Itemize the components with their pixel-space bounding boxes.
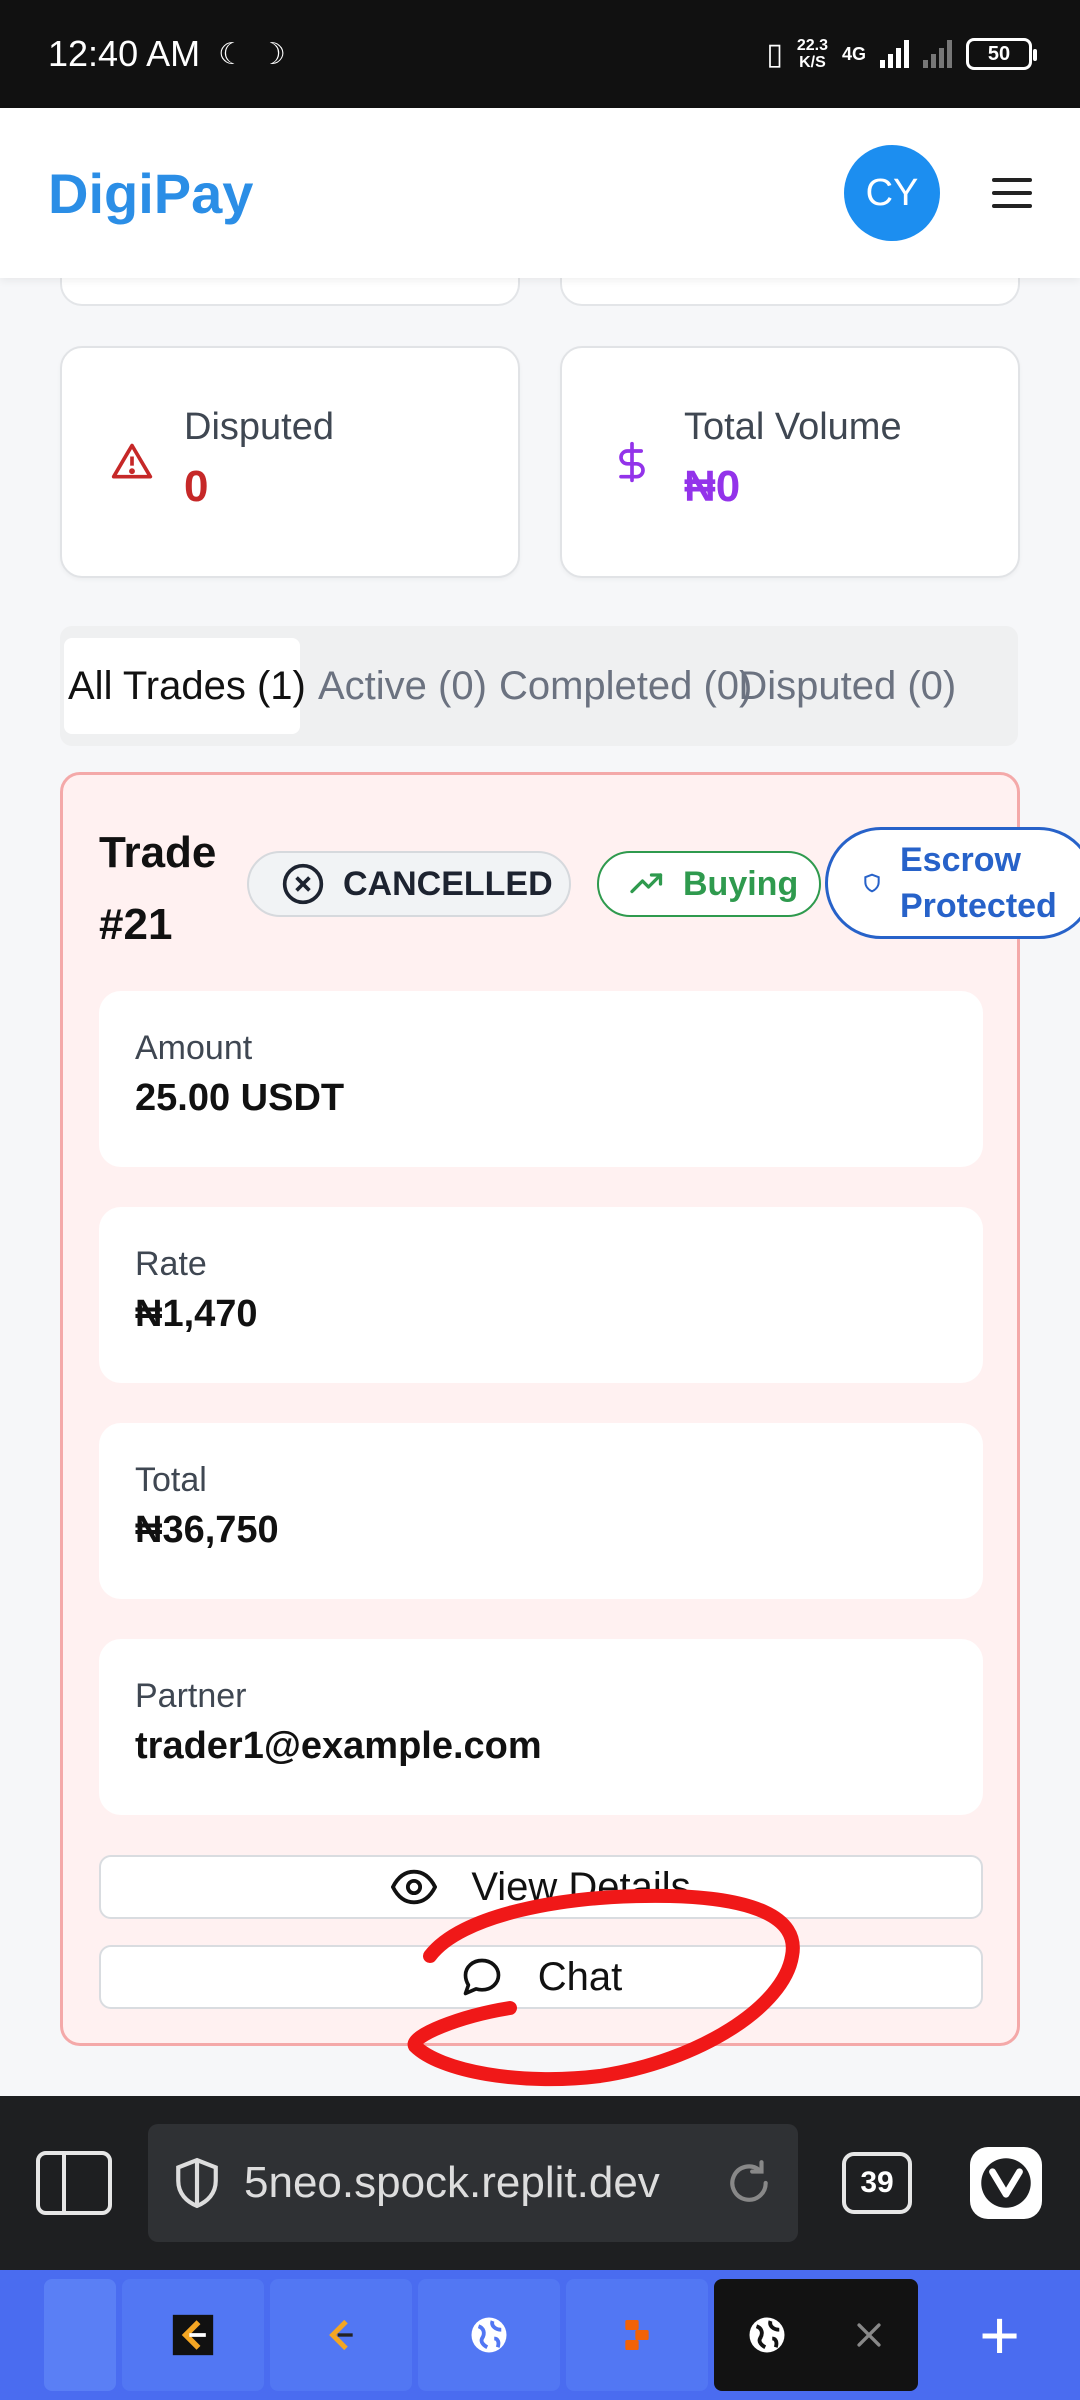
hamburger-menu-button[interactable] [992,178,1032,208]
network-speed-unit: K/S [799,54,826,71]
tab-count-button[interactable]: 39 [842,2152,912,2214]
menu-line-icon [992,178,1032,182]
browser-tab-thumbnail[interactable] [270,2279,412,2391]
do-not-disturb-icon: ☽ [259,37,286,71]
menu-line-icon [992,204,1032,208]
new-tab-plus-icon[interactable]: + [979,2295,1020,2375]
tab-completed[interactable]: Completed (0) [499,664,752,709]
trade-card: Trade #21 CANCELLED Buying Escrow Protec… [60,772,1080,2046]
battery-icon: 50 [966,38,1037,70]
battery-level: 50 [987,42,1011,65]
chat-label: Chat [537,1954,623,1999]
avatar-initials: CY [865,171,919,214]
view-details-label: View Details [471,1864,691,1909]
side-badge-buying: Buying [597,851,821,917]
info-label-amount: Amount [135,1029,253,1067]
url-text: 5neo.spock.replit.dev [244,2158,660,2207]
browser-tab-active[interactable] [714,2279,918,2391]
status-badge-cancelled: CANCELLED [247,851,571,917]
info-label-rate: Rate [135,1245,207,1283]
site-favicon-icon [329,2319,353,2351]
stat-label-total-volume: Total Volume [684,406,902,448]
site-favicon-icon [172,2314,214,2356]
replit-favicon-icon [625,2320,649,2350]
shield-icon [176,2157,218,2209]
brand-logo[interactable]: DigiPay [48,161,253,226]
info-box-amount: Amount 25.00 USDT [99,991,983,1167]
address-bar[interactable]: 5neo.spock.replit.dev [148,2124,798,2242]
shield-icon [864,873,880,893]
vibrate-icon: ▯ [766,37,783,71]
browser-toolbar: 5neo.spock.replit.dev 39 [0,2096,1080,2270]
stat-card-disputed: Disputed 0 [60,346,520,578]
trade-id: #21 [99,900,173,949]
stat-label-disputed: Disputed [184,406,334,448]
globe-icon [749,2317,785,2353]
info-box-rate: Rate ₦1,470 [99,1207,983,1383]
escrow-badge-text: Escrow Protected [900,837,1057,929]
trade-title-label: Trade [99,828,217,877]
network-speed: 22.3 K/S [797,37,828,71]
globe-icon [471,2317,507,2353]
signal-icon [880,40,909,68]
tab-all-trades[interactable]: All Trades (1) [64,638,306,734]
browser-tab-bar: + [0,2270,1080,2400]
info-box-total: Total ₦36,750 [99,1423,983,1599]
warning-triangle-icon [111,443,153,479]
chat-button[interactable]: Chat [99,1945,983,2009]
signal-secondary-icon [923,40,952,68]
trending-up-icon [630,873,663,894]
bedtime-icon: ☾ [218,37,246,71]
stat-value-total-volume: ₦0 [684,462,741,511]
reload-icon[interactable] [724,2158,774,2208]
status-time: 12:40 AM [48,33,201,74]
vivaldi-logo-icon [981,2158,1031,2208]
tab-count: 39 [860,2166,894,2199]
panel-toggle-icon[interactable] [36,2151,112,2215]
vivaldi-menu-icon[interactable] [970,2147,1042,2219]
user-avatar[interactable]: CY [844,145,940,241]
escrow-badge-line1: Escrow [900,841,1021,879]
status-right-icons: ▯ 22.3 K/S 4G 50 [766,37,1037,72]
info-label-partner: Partner [135,1677,247,1715]
system-status-bar: 12:40 AM ☾ ☽ ▯ 22.3 K/S 4G 50 [0,0,1080,108]
side-badge-label: Buying [683,864,799,903]
eye-icon [391,1869,438,1905]
escrow-badge-line2: Protected [900,887,1057,925]
info-value-rate: ₦1,470 [135,1293,258,1335]
browser-tab-thumbnail[interactable] [566,2279,708,2391]
close-tab-icon[interactable] [852,2318,886,2352]
network-type: 4G [841,43,866,64]
info-label-total: Total [135,1461,207,1499]
network-speed-value: 22.3 [796,37,828,54]
trade-filter-tabs: All Trades (1) Active (0) Completed (0) … [60,626,1018,746]
dollar-icon [619,441,645,483]
view-details-button[interactable]: View Details [99,1855,983,1919]
stat-card-total-volume: Total Volume ₦0 [560,346,1020,578]
app-header: DigiPay CY [0,108,1080,278]
escrow-protected-badge: Escrow Protected [825,827,1080,939]
status-left-icons: ☾ ☽ [218,37,286,72]
info-box-partner: Partner trader1@example.com [99,1639,983,1815]
x-circle-icon [282,863,324,905]
status-badge-label: CANCELLED [343,864,553,903]
chat-bubble-icon [463,1958,501,1996]
browser-tab-thumbnail[interactable] [44,2279,116,2391]
browser-tab-thumbnail[interactable] [122,2279,264,2391]
info-value-amount: 25.00 USDT [135,1077,345,1119]
info-value-partner: trader1@example.com [135,1725,542,1767]
menu-line-icon [992,191,1032,195]
stat-value-disputed: 0 [184,462,209,511]
browser-tab-thumbnail[interactable] [418,2279,560,2391]
tab-active[interactable]: Active (0) [318,664,487,709]
tab-disputed[interactable]: Disputed (0) [738,664,956,709]
trade-title: Trade #21 [99,817,249,961]
info-value-total: ₦36,750 [135,1509,279,1551]
